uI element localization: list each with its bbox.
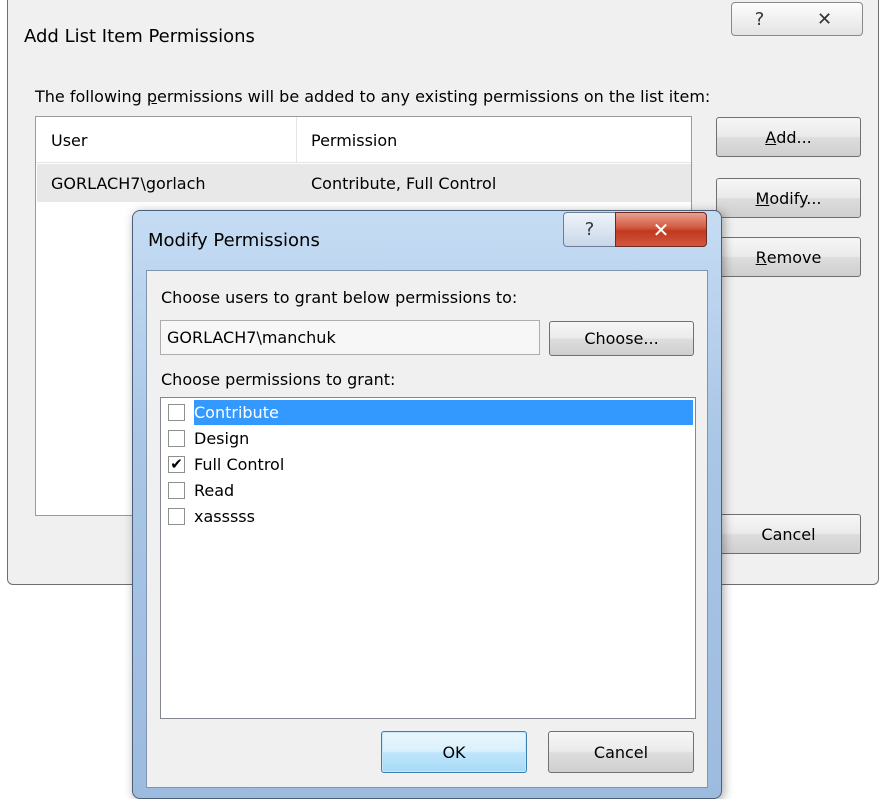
- caption-text-post: ermissions will be added to any existing…: [157, 87, 711, 106]
- caption-text-pre: The following: [35, 87, 147, 106]
- check-mark-icon: ✔: [170, 455, 183, 473]
- permissions-caption: The following permissions will be added …: [35, 87, 710, 106]
- remove-label: emove: [766, 247, 822, 267]
- permission-label: Read: [194, 481, 235, 500]
- permission-label: Full Control: [194, 455, 285, 474]
- ok-button[interactable]: OK: [381, 731, 527, 773]
- add-accelerator: A: [765, 127, 777, 147]
- column-header-permission[interactable]: Permission: [297, 117, 687, 163]
- row-user-cell: GORLACH7\gorlach: [51, 173, 206, 193]
- outer-close-icon[interactable]: ✕: [787, 2, 863, 36]
- users-label: Choose users to grant below permissions …: [161, 288, 518, 307]
- permissions-label: Choose permissions to grant:: [161, 370, 396, 389]
- row-permission-cell: Contribute, Full Control: [311, 173, 497, 193]
- outer-cancel-button[interactable]: Cancel: [716, 514, 861, 554]
- list-item-read[interactable]: Read: [163, 478, 236, 503]
- checkbox-xasssss[interactable]: [168, 508, 185, 525]
- choose-button[interactable]: Choose...: [549, 321, 694, 356]
- permission-label: xasssss: [194, 507, 255, 526]
- modify-dialog-title: Modify Permissions: [148, 230, 320, 251]
- column-header-user[interactable]: User: [37, 117, 297, 163]
- permission-label: Design: [194, 429, 250, 448]
- modify-help-icon[interactable]: ?: [563, 212, 616, 247]
- cancel-button[interactable]: Cancel: [548, 731, 694, 773]
- modify-close-icon[interactable]: ✕: [615, 212, 707, 247]
- outer-dialog-title: Add List Item Permissions: [24, 26, 255, 47]
- remove-button[interactable]: Remove: [716, 237, 861, 277]
- list-item-full-control[interactable]: ✔ Full Control: [163, 452, 286, 477]
- remove-accelerator: R: [755, 247, 767, 267]
- caption-accelerator: p: [146, 87, 158, 106]
- modify-label: odify...: [769, 188, 822, 208]
- user-field[interactable]: GORLACH7\manchuk: [160, 320, 540, 355]
- list-item-xasssss[interactable]: xasssss: [163, 504, 257, 529]
- checkbox-full-control[interactable]: ✔: [168, 456, 185, 473]
- modify-button[interactable]: Modify...: [716, 178, 861, 218]
- checkbox-read[interactable]: [168, 482, 185, 499]
- list-item-contribute[interactable]: Contribute: [163, 400, 693, 425]
- outer-help-icon[interactable]: ?: [731, 2, 788, 36]
- checkbox-design[interactable]: [168, 430, 185, 447]
- list-item-design[interactable]: Design: [163, 426, 251, 451]
- permission-label: Contribute: [194, 403, 279, 422]
- add-button[interactable]: Add...: [716, 117, 861, 157]
- add-label: dd...: [776, 127, 812, 147]
- modify-accelerator: M: [755, 188, 770, 208]
- checkbox-contribute[interactable]: [168, 404, 185, 421]
